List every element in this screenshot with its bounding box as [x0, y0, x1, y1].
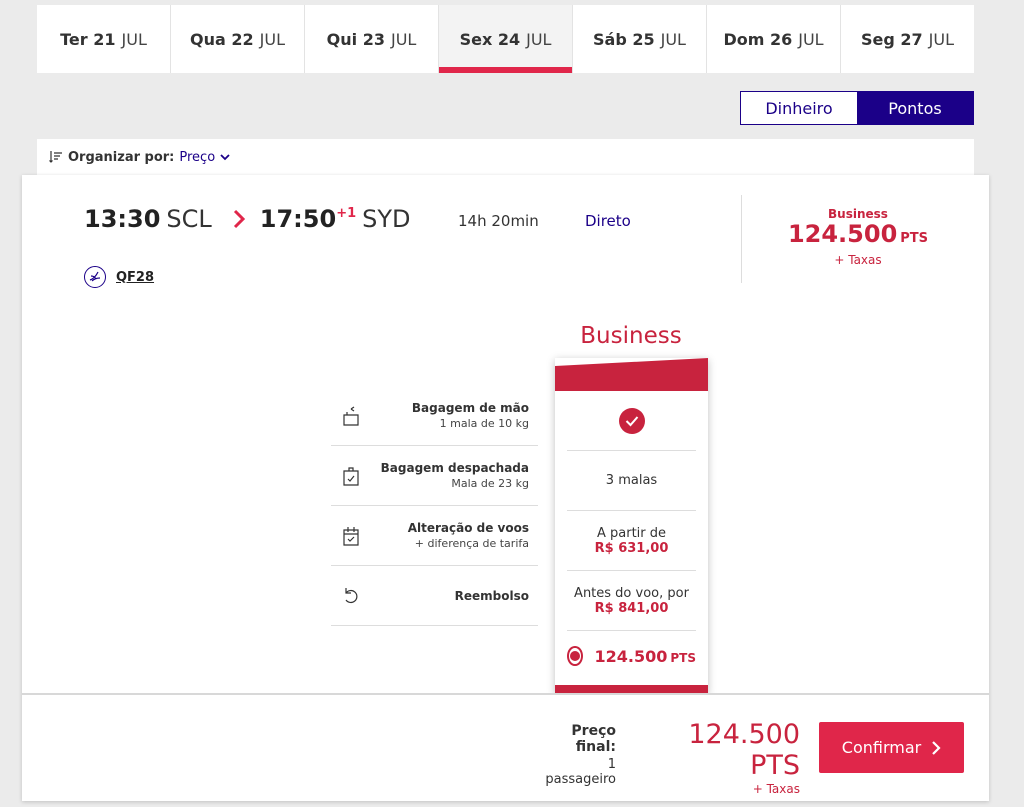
feature-title: Alteração de voos: [407, 521, 529, 535]
date-tab-21[interactable]: Ter 21 JUL: [37, 5, 171, 73]
feature-row-flight-change: Alteração de voos + diferença de tarifa: [331, 506, 538, 566]
fare-column-header: [555, 358, 708, 391]
date-tab-25[interactable]: Sáb 25 JUL: [573, 5, 707, 73]
arrival-airport: SYD: [362, 205, 411, 233]
date-tab-day: Sáb 25: [593, 29, 655, 49]
fare-value-price: R$ 841,00: [594, 600, 669, 616]
summary-amount: 124.500 PTS: [762, 221, 954, 252]
date-tab-month: JUL: [928, 29, 954, 49]
final-price: 124.500 PTS + Taxas: [632, 719, 800, 796]
confirm-label: Confirmar: [841, 738, 922, 757]
chevron-right-icon: [932, 740, 941, 755]
fare-value: 3 malas: [605, 473, 658, 488]
fare-title: Business: [580, 323, 682, 349]
date-tab-23[interactable]: Qui 23 JUL: [305, 5, 439, 73]
feature-title: Bagagem de mão: [411, 401, 529, 415]
departure-time: 13:30: [84, 205, 161, 233]
flight-times: 13:30 SCL 17:50 +1 SYD: [84, 205, 411, 233]
date-tab-month: JUL: [259, 29, 285, 49]
flight-card: 13:30 SCL 17:50 +1 SYD 14h 20min Direto Q…: [22, 175, 989, 801]
arrow-right-icon: [233, 209, 245, 229]
feature-row-carry-on: Bagagem de mão 1 mala de 10 kg: [331, 386, 538, 446]
check-icon: [618, 407, 645, 434]
final-price-tax: + Taxas: [752, 782, 800, 796]
fare-value: Antes do voo, por: [574, 585, 689, 601]
flight-duration: 14h 20min: [458, 212, 539, 230]
date-tab-day: Sex 24: [459, 29, 521, 49]
date-tab-day: Qui 23: [326, 29, 385, 49]
date-tab-24-selected[interactable]: Sex 24 JUL: [439, 5, 573, 73]
date-tab-27[interactable]: Seg 27 JUL: [841, 5, 974, 73]
date-tab-month: JUL: [121, 29, 147, 49]
date-tab-month: JUL: [798, 29, 824, 49]
date-tab-month: JUL: [526, 29, 552, 49]
calendar-change-icon: [343, 526, 359, 546]
feature-title: Reembolso: [454, 588, 529, 603]
feature-title: Bagagem despachada: [380, 461, 529, 475]
date-tabs: Ter 21 JUL Qua 22 JUL Qui 23 JUL Sex 24 JUL …: [37, 5, 974, 73]
sort-bar: Organizar por: Preço: [37, 139, 974, 175]
fare-value-price: R$ 631,00: [594, 540, 669, 556]
feature-list: Bagagem de mão 1 mala de 10 kg Bagagem de…: [331, 386, 538, 626]
toggle-money-option[interactable]: Dinheiro: [741, 92, 857, 124]
fare-value: A partir de: [596, 525, 667, 541]
summary-amount-value: 124.500: [787, 220, 898, 248]
carry-on-bag-icon: [343, 406, 359, 426]
date-tab-22[interactable]: Qua 22 JUL: [171, 5, 305, 73]
summary-amount-unit: PTS: [900, 231, 929, 246]
checked-bag-icon: [343, 466, 359, 486]
refund-icon: [345, 587, 358, 603]
booking-footer: Preço final: 1 passageiro 124.500 PTS + …: [22, 693, 989, 801]
date-tab-26[interactable]: Dom 26 JUL: [707, 5, 841, 73]
final-price-amount: 124.500 PTS: [688, 719, 800, 781]
airline-logo-icon: [84, 266, 106, 288]
fare-points: 124.500 PTS: [595, 647, 697, 666]
feature-row-checked-bag: Bagagem despachada Mala de 23 kg: [331, 446, 538, 506]
date-tab-month: JUL: [660, 29, 686, 49]
fare-cell-refund: Antes do voo, por R$ 841,00: [567, 571, 696, 631]
departure-airport: SCL: [166, 205, 212, 233]
fare-cell-checked-bag: 3 malas: [567, 451, 696, 511]
fare-points-unit: PTS: [670, 650, 696, 665]
fare-select-radio[interactable]: 124.500 PTS: [567, 631, 696, 681]
fare-points-value: 124.500: [594, 646, 668, 666]
currency-toggle: Dinheiro Pontos: [740, 91, 974, 125]
final-price-label: Preço final: 1 passageiro: [536, 723, 616, 787]
price-summary[interactable]: Business 124.500 PTS + Taxas: [762, 207, 954, 267]
sort-dropdown[interactable]: Preço: [179, 150, 215, 165]
divider: [741, 195, 742, 283]
sort-label: Organizar por:: [68, 149, 175, 165]
flight-number: QF28: [84, 266, 154, 288]
date-tab-month: JUL: [390, 29, 417, 49]
fare-column-footer: [555, 685, 708, 693]
feature-subtitle: + diferença de tarifa: [414, 537, 529, 550]
feature-subtitle: 1 mala de 10 kg: [439, 417, 529, 430]
final-price-title: Preço final:: [571, 723, 616, 755]
fare-cell-carry-on: [567, 391, 696, 451]
confirm-button[interactable]: Confirmar: [819, 722, 964, 773]
date-tab-day: Ter 21: [60, 29, 116, 49]
feature-subtitle: Mala de 23 kg: [451, 477, 529, 490]
feature-row-refund: Reembolso: [331, 566, 538, 626]
fare-cell-flight-change: A partir de R$ 631,00: [567, 511, 696, 571]
date-tab-day: Qua 22: [190, 29, 254, 49]
arrival-time: 17:50: [259, 205, 337, 233]
passenger-count: 1 passageiro: [545, 757, 616, 787]
toggle-points-option[interactable]: Pontos: [857, 92, 973, 124]
stops-link[interactable]: Direto: [585, 212, 631, 230]
date-tab-day: Seg 27: [860, 29, 923, 49]
radio-selected-icon[interactable]: [567, 646, 583, 666]
cabin-label: Business: [828, 207, 888, 221]
chevron-down-icon[interactable]: [219, 151, 231, 163]
day-offset: +1: [336, 206, 357, 221]
flight-number-link[interactable]: QF28: [116, 270, 154, 285]
date-tab-day: Dom 26: [723, 29, 793, 49]
sort-icon: [49, 151, 62, 163]
summary-tax: + Taxas: [834, 253, 882, 267]
fare-column-business: 3 malas A partir de R$ 631,00 Antes do v…: [555, 358, 708, 693]
